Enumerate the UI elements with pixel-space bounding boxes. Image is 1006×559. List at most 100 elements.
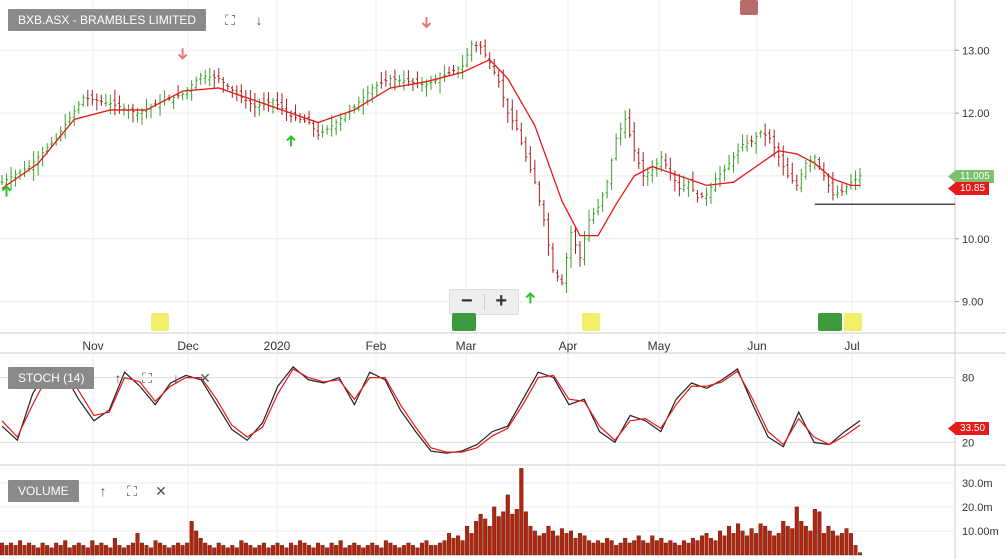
volume-bar: [609, 540, 614, 556]
fullscreen-icon[interactable]: ⛶: [221, 11, 239, 29]
volume-bar: [45, 545, 50, 556]
volume-bar: [537, 535, 542, 556]
volume-bar: [858, 552, 863, 556]
volume-bar: [162, 545, 167, 556]
x-tick-label: Apr: [559, 339, 578, 353]
y-tick-label: 9.00: [962, 297, 983, 309]
volume-bar: [108, 547, 113, 556]
volume-bar: [27, 542, 32, 556]
volume-bar: [22, 545, 27, 556]
volume-bar: [447, 533, 452, 556]
volume-bar: [465, 525, 470, 556]
volume-bar: [4, 545, 9, 556]
volume-bar: [745, 535, 750, 556]
chart-canvas[interactable]: Nov Dec 2020 Feb Mar Apr May Jun Jul 13.00 12.00 11…: [0, 0, 1006, 559]
event-marker-icon[interactable]: [818, 313, 842, 331]
volume-bar: [221, 545, 226, 556]
volume-bar: [289, 542, 294, 556]
volume-bar: [176, 542, 181, 556]
volume-bar: [284, 547, 289, 556]
fullscreen-icon[interactable]: ⛶: [123, 482, 141, 500]
volume-bar: [523, 511, 528, 556]
zoom-out-button[interactable]: −: [450, 290, 484, 314]
volume-bar: [763, 525, 768, 556]
volume-bar: [591, 542, 596, 556]
volume-bar: [153, 540, 158, 556]
volume-bar: [347, 545, 352, 556]
volume-bar: [704, 533, 709, 556]
pencil-icon[interactable]: [582, 313, 600, 331]
volume-bar: [158, 542, 163, 556]
volume-bar: [731, 533, 736, 556]
y-tick-label: 10.00: [962, 234, 990, 246]
volume-bar: [94, 545, 99, 556]
volume-bar: [180, 545, 185, 556]
volume-bar: [31, 545, 36, 556]
arrow-down-icon[interactable]: ↓: [167, 369, 185, 387]
volume-bar: [848, 533, 853, 556]
volume-bar: [677, 545, 682, 556]
event-marker-icon[interactable]: [452, 313, 476, 331]
volume-bar: [230, 545, 235, 556]
volume-bar: [63, 540, 68, 556]
volume-bar: [149, 547, 154, 556]
stoch-panel-title[interactable]: STOCH (14): [8, 367, 95, 389]
buy-signal-arrow: [1, 185, 12, 197]
pencil-icon[interactable]: [151, 313, 169, 331]
volume-bar: [266, 547, 271, 556]
volume-bar: [198, 537, 203, 556]
volume-bar: [99, 542, 104, 556]
volume-bar: [514, 509, 519, 556]
volume-bar: [564, 533, 569, 556]
volume-bar: [618, 542, 623, 556]
zoom-control: − +: [449, 289, 519, 315]
volume-bar: [234, 547, 239, 556]
volume-bar: [785, 525, 790, 556]
volume-bar: [659, 537, 664, 556]
volume-bar: [81, 545, 86, 556]
volume-bar: [794, 506, 799, 556]
volume-bar: [614, 545, 619, 556]
arrow-up-icon[interactable]: ↑: [94, 482, 112, 500]
volume-bar: [736, 523, 741, 556]
volume-bar: [67, 547, 72, 556]
volume-bar: [695, 540, 700, 556]
volume-bar: [433, 545, 438, 556]
volume-bar: [49, 547, 54, 556]
price-panel-title[interactable]: BXB.ASX - BRAMBLES LIMITED: [8, 9, 207, 31]
volume-bar: [650, 535, 655, 556]
volume-bar: [85, 547, 90, 556]
fullscreen-icon[interactable]: ⛶: [138, 369, 156, 387]
volume-bar: [316, 542, 321, 556]
volume-bar: [510, 513, 515, 556]
volume-bar: [261, 542, 266, 556]
arrow-up-icon[interactable]: ↑: [109, 369, 127, 387]
ma-price-tag: 10.85: [948, 182, 990, 195]
close-icon[interactable]: ✕: [152, 482, 170, 500]
volume-bar: [645, 542, 650, 556]
volume-bar: [799, 521, 804, 556]
volume-bar: [325, 547, 330, 556]
close-icon[interactable]: ✕: [196, 369, 214, 387]
pencil-icon[interactable]: [844, 313, 862, 331]
volume-bar: [126, 545, 131, 556]
y-tick-label: 12.00: [962, 108, 990, 120]
arrow-down-icon[interactable]: ↓: [250, 11, 268, 29]
volume-panel-title[interactable]: VOLUME: [8, 480, 79, 502]
volume-bar: [243, 542, 248, 556]
volume-bar: [713, 540, 718, 556]
volume-bar: [451, 537, 456, 556]
volume-bar: [374, 545, 379, 556]
volume-bar: [410, 545, 415, 556]
volume-bar: [9, 542, 14, 556]
volume-bar: [830, 530, 835, 556]
volume-bar: [72, 545, 77, 556]
volume-bar: [352, 542, 357, 556]
volume-bar: [135, 533, 140, 556]
x-tick-label: May: [648, 339, 671, 353]
event-marker-icon[interactable]: [740, 0, 758, 15]
volume-bar: [293, 545, 298, 556]
volume-bar: [388, 542, 393, 556]
volume-bar: [356, 545, 361, 556]
zoom-in-button[interactable]: +: [485, 290, 519, 314]
